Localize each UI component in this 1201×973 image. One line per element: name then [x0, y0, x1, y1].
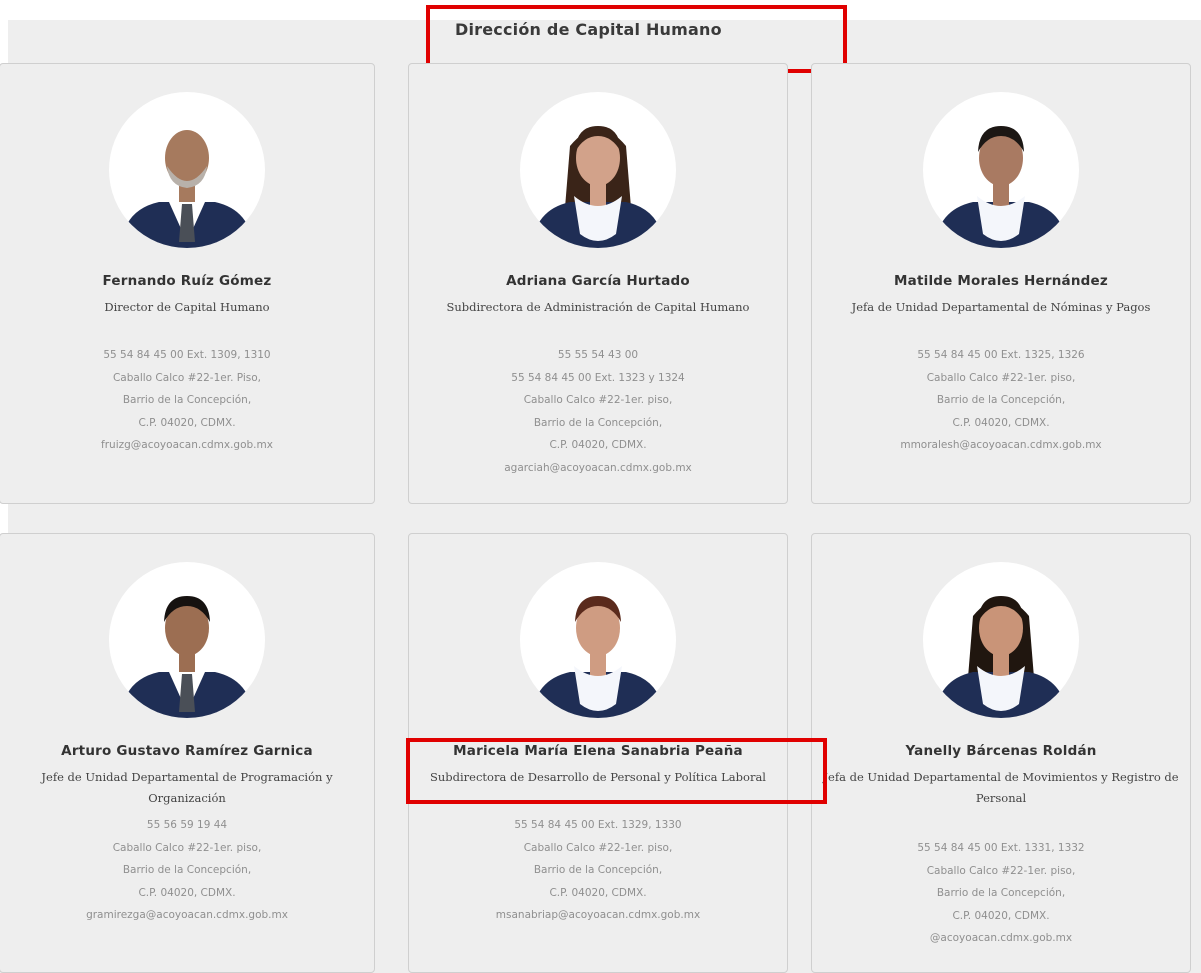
staff-card: Arturo Gustavo Ramírez Garnica Jefe de U…	[0, 533, 375, 973]
staff-name: Fernando Ruíz Gómez	[102, 273, 272, 289]
address-line: Barrio de la Concepción,	[936, 887, 1066, 899]
staff-role: Director de Capital Humano	[104, 300, 270, 314]
contact-info: 55 54 84 45 00 Ext. 1325, 1326 Caballo C…	[812, 344, 1190, 457]
staff-card: Adriana García Hurtado Subdirectora de A…	[408, 63, 788, 504]
name-highlight-box	[406, 738, 827, 804]
address-line: Barrio de la Concepción,	[936, 394, 1066, 406]
staff-name: Yanelly Bárcenas Roldán	[905, 743, 1097, 759]
phone-text: 55 54 84 45 00 Ext. 1325, 1326	[917, 349, 1085, 361]
address-line: Barrio de la Concepción,	[533, 416, 663, 429]
avatar	[923, 562, 1079, 718]
address-line: Caballo Calco #22-1er. Piso,	[112, 371, 262, 384]
phone-text: 55 54 84 45 00 Ext. 1329, 1330	[514, 819, 682, 831]
avatar	[520, 562, 676, 718]
address-line: Barrio de la Concepción,	[533, 864, 663, 876]
avatar	[109, 92, 265, 248]
email-text[interactable]: fruizg@acoyoacan.cdmx.gob.mx	[0, 434, 374, 457]
phone-text: 55 54 84 45 00 Ext. 1331, 1332	[917, 842, 1085, 854]
contact-info: 55 54 84 45 00 Ext. 1329, 1330 Caballo C…	[409, 814, 787, 927]
contact-info: 55 56 59 19 44 Caballo Calco #22-1er. pi…	[0, 814, 374, 927]
staff-name: Adriana García Hurtado	[506, 273, 690, 289]
avatar	[109, 562, 265, 718]
staff-role: Jefe de Unidad Departamental de Programa…	[41, 770, 333, 805]
avatar	[520, 92, 676, 248]
staff-card: Fernando Ruíz Gómez Director de Capital …	[0, 63, 375, 504]
avatar	[923, 92, 1079, 248]
staff-role: Subdirectora de Administración de Capita…	[446, 300, 750, 314]
portrait-photo	[532, 126, 664, 248]
staff-role: Jefa de Unidad Departamental de Nóminas …	[851, 300, 1151, 314]
phone-text: 55 54 84 45 00 Ext. 1323 y 1324	[511, 371, 685, 384]
phone-text: 55 55 54 43 00	[557, 349, 639, 361]
phone-text: 55 56 59 19 44	[146, 819, 228, 831]
staff-role: Jefa de Unidad Departamental de Movimien…	[823, 770, 1179, 805]
staff-name: Arturo Gustavo Ramírez Garnica	[61, 743, 313, 759]
email-text[interactable]: @acoyoacan.cdmx.gob.mx	[812, 927, 1190, 950]
contact-info: 55 54 84 45 00 Ext. 1309, 1310 Caballo C…	[0, 344, 374, 457]
portrait-photo	[532, 596, 664, 718]
staff-name: Matilde Morales Hernández	[894, 273, 1108, 289]
staff-card: Matilde Morales Hernández Jefa de Unidad…	[811, 63, 1191, 504]
address-line: C.P. 04020, CDMX.	[549, 439, 647, 451]
address-line: Caballo Calco #22-1er. piso,	[523, 394, 673, 406]
address-line: Caballo Calco #22-1er. piso,	[926, 864, 1076, 877]
email-text[interactable]: agarciah@acoyoacan.cdmx.gob.mx	[409, 457, 787, 480]
email-text[interactable]: msanabriap@acoyoacan.cdmx.gob.mx	[409, 904, 787, 927]
address-line: Barrio de la Concepción,	[122, 394, 252, 406]
portrait-photo	[121, 130, 253, 248]
address-line: C.P. 04020, CDMX.	[549, 886, 647, 899]
portrait-photo	[121, 596, 253, 718]
address-line: C.P. 04020, CDMX.	[138, 416, 236, 429]
staff-card: Yanelly Bárcenas Roldán Jefa de Unidad D…	[811, 533, 1191, 973]
address-line: Barrio de la Concepción,	[122, 864, 252, 876]
address-line: C.P. 04020, CDMX.	[138, 886, 236, 899]
email-text[interactable]: gramirezga@acoyoacan.cdmx.gob.mx	[0, 904, 374, 927]
portrait-photo	[935, 596, 1067, 718]
phone-text: 55 54 84 45 00 Ext. 1309, 1310	[103, 349, 271, 361]
portrait-photo	[935, 126, 1067, 248]
address-line: C.P. 04020, CDMX.	[952, 416, 1050, 429]
address-line: C.P. 04020, CDMX.	[952, 909, 1050, 922]
address-line: Caballo Calco #22-1er. piso,	[112, 841, 262, 854]
contact-info: 55 54 84 45 00 Ext. 1331, 1332 Caballo C…	[812, 837, 1190, 950]
address-line: Caballo Calco #22-1er. piso,	[926, 371, 1076, 384]
contact-info: 55 55 54 43 00 55 54 84 45 00 Ext. 1323 …	[409, 344, 787, 479]
email-text[interactable]: mmoralesh@acoyoacan.cdmx.gob.mx	[812, 434, 1190, 457]
address-line: Caballo Calco #22-1er. piso,	[523, 841, 673, 854]
